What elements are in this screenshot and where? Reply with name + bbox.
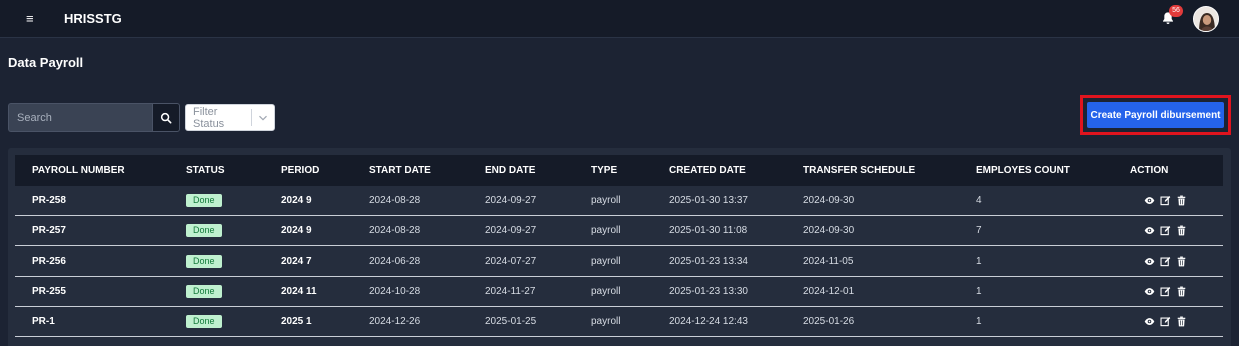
employes-count: 4 [976, 195, 982, 206]
table-row[interactable]: PR-1 Done 2025 1 2024-12-26 2025-01-25 payrol… [15, 307, 1223, 338]
eye-icon[interactable] [1144, 316, 1155, 327]
payroll-number: PR-256 [32, 255, 66, 267]
payroll-number: PR-1 [32, 316, 55, 328]
employes-count: 1 [976, 316, 982, 328]
column-header-created-date: CREATED DATE [669, 165, 746, 176]
avatar[interactable] [1193, 6, 1219, 32]
row-actions [1144, 225, 1187, 236]
payroll-number: PR-258 [32, 195, 66, 206]
page-title: Data Payroll [8, 55, 84, 70]
trash-icon[interactable] [1176, 225, 1187, 236]
end-date: 2024-07-27 [485, 255, 537, 267]
search-icon [160, 112, 172, 123]
app-title: HRISSTG [64, 11, 122, 26]
trash-icon[interactable] [1176, 316, 1187, 327]
column-header-status: STATUS [186, 165, 225, 176]
row-actions [1144, 286, 1187, 297]
row-actions [1144, 256, 1187, 267]
type: payroll [591, 255, 621, 267]
status-badge: Done [186, 194, 222, 207]
edit-icon[interactable] [1160, 225, 1171, 236]
start-date: 2024-10-28 [369, 285, 421, 297]
employes-count: 1 [976, 285, 982, 297]
eye-icon[interactable] [1144, 195, 1155, 206]
type: payroll [591, 285, 621, 297]
column-header-end-date: END DATE [485, 165, 536, 176]
start-date: 2024-12-26 [369, 316, 421, 328]
created-date: 2024-12-24 12:43 [669, 316, 748, 328]
column-header-type: TYPE [591, 165, 618, 176]
eye-icon[interactable] [1144, 256, 1155, 267]
type: payroll [591, 316, 621, 328]
table-row[interactable]: PR-258 Done 2024 9 2024-08-28 2024-09-27 payr… [15, 186, 1223, 216]
created-date: 2025-01-30 11:08 [669, 225, 748, 237]
transfer-schedule: 2024-12-01 [803, 285, 855, 297]
notification-badge: 56 [1169, 5, 1183, 17]
column-header-start-date: START DATE [369, 165, 431, 176]
eye-icon[interactable] [1144, 286, 1155, 297]
column-header-transfer-schedule: TRANSFER SCHEDULE [803, 165, 916, 176]
row-actions [1144, 195, 1187, 206]
type: payroll [591, 195, 621, 206]
payroll-number: PR-255 [32, 285, 66, 297]
trash-icon[interactable] [1176, 256, 1187, 267]
edit-icon[interactable] [1160, 195, 1171, 206]
transfer-schedule: 2024-11-05 [803, 255, 854, 267]
top-navbar: ≡ HRISSTG 56 [0, 0, 1239, 38]
status-badge: Done [186, 315, 222, 329]
column-header-payroll-number: PAYROLL NUMBER [32, 165, 125, 176]
transfer-schedule: 2025-01-26 [803, 316, 855, 328]
eye-icon[interactable] [1144, 225, 1155, 236]
start-date: 2024-06-28 [369, 255, 421, 267]
created-date: 2025-01-30 13:37 [669, 195, 748, 206]
trash-icon[interactable] [1176, 286, 1187, 297]
filter-status-select[interactable]: Filter Status [185, 104, 275, 131]
column-header-employes-count: EMPLOYES COUNT [976, 165, 1070, 176]
end-date: 2024-11-27 [485, 285, 536, 297]
status-badge: Done [186, 254, 222, 268]
created-date: 2025-01-23 13:30 [669, 285, 748, 297]
filter-status-placeholder: Filter Status [193, 105, 225, 130]
type: payroll [591, 225, 621, 237]
search-input[interactable] [8, 103, 152, 132]
edit-icon[interactable] [1160, 286, 1171, 297]
employes-count: 1 [976, 255, 982, 267]
payroll-number: PR-257 [32, 225, 66, 237]
created-date: 2025-01-23 13:34 [669, 255, 748, 267]
period: 2025 1 [281, 316, 312, 328]
table-row[interactable]: PR-255 Done 2024 11 2024-10-28 2024-11-27 pay… [15, 277, 1223, 307]
table-row[interactable]: PR-257 Done 2024 9 2024-08-28 2024-09-27 payr… [15, 216, 1223, 247]
transfer-schedule: 2024-09-30 [803, 225, 855, 237]
start-date: 2024-08-28 [369, 225, 421, 237]
employes-count: 7 [976, 225, 982, 237]
edit-icon[interactable] [1160, 256, 1171, 267]
column-header-action: ACTION [1130, 165, 1169, 176]
end-date: 2024-09-27 [485, 225, 537, 237]
start-date: 2024-08-28 [369, 195, 421, 206]
search-bar [8, 103, 180, 132]
edit-icon[interactable] [1160, 316, 1171, 327]
period: 2024 9 [281, 225, 312, 237]
transfer-schedule: 2024-09-30 [803, 195, 855, 206]
status-badge: Done [186, 224, 222, 238]
search-button[interactable] [152, 103, 180, 132]
menu-icon[interactable]: ≡ [26, 11, 34, 27]
period: 2024 9 [281, 195, 312, 206]
period: 2024 11 [281, 285, 317, 297]
create-payroll-button[interactable]: Create Payroll dibursement [1087, 102, 1224, 128]
end-date: 2025-01-25 [485, 316, 537, 328]
row-actions [1144, 316, 1187, 327]
table-row[interactable]: PR-256 Done 2024 7 2024-06-28 2024-07-27 payr… [15, 247, 1223, 277]
column-header-period: PERIOD [281, 165, 320, 176]
chevron-down-icon[interactable] [252, 113, 274, 123]
status-badge: Done [186, 284, 222, 298]
period: 2024 7 [281, 255, 312, 267]
table-header: PAYROLL NUMBER STATUS PERIOD START DATE … [15, 155, 1223, 186]
payroll-table: PAYROLL NUMBER STATUS PERIOD START DATE … [8, 148, 1231, 346]
trash-icon[interactable] [1176, 195, 1187, 206]
end-date: 2024-09-27 [485, 195, 537, 206]
